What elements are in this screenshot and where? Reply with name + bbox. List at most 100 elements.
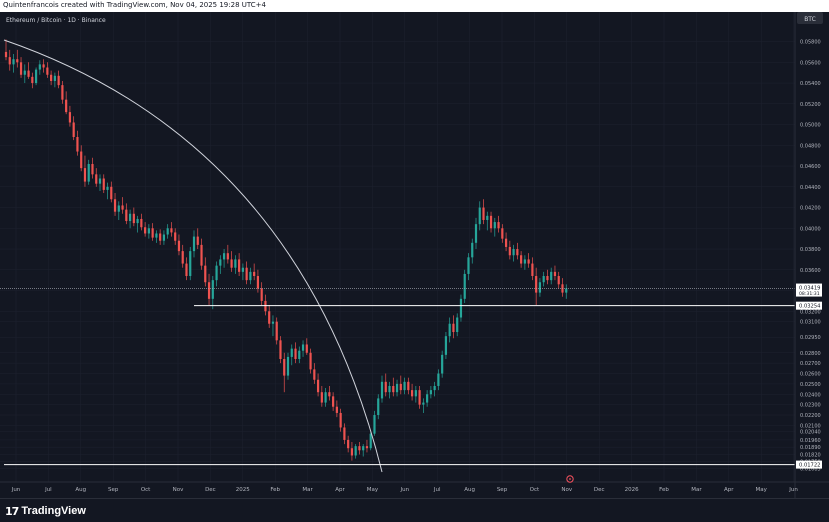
time-tick-label: Jun <box>11 487 21 493</box>
event-marker-dot <box>569 478 571 480</box>
candle-body <box>283 359 286 376</box>
candle-body <box>16 59 19 63</box>
level-badge-text: 0.03254 <box>799 304 821 310</box>
candle-body <box>418 390 421 405</box>
price-tick-label: 0.05800 <box>800 40 821 46</box>
candle-body <box>91 163 94 175</box>
candle-body <box>38 64 41 70</box>
price-tick-label: 0.02600 <box>800 372 821 378</box>
candle-body <box>241 267 244 272</box>
candle-body <box>501 228 504 239</box>
candle-body <box>384 381 387 393</box>
candle-body <box>144 227 147 234</box>
candle-body <box>410 390 414 397</box>
price-tick-label: 0.04000 <box>800 226 821 232</box>
time-tick-label: Jun <box>400 487 410 493</box>
currency-label: BTC <box>804 16 816 23</box>
candle-body <box>12 59 15 65</box>
candle-body <box>403 381 406 391</box>
chart-background <box>0 12 829 498</box>
time-tick-label: Sep <box>497 487 508 493</box>
candle-body <box>474 224 478 243</box>
level-badge-text: 0.01722 <box>799 463 820 469</box>
candle-body <box>512 249 515 256</box>
candle-body <box>550 271 553 281</box>
candle-body <box>377 398 380 416</box>
candle-body <box>46 67 49 75</box>
price-tick-label: 0.03600 <box>800 268 821 274</box>
candle-body <box>350 448 354 456</box>
candle-body <box>324 392 327 403</box>
candle-body <box>204 265 207 283</box>
time-tick-label: Aug <box>75 487 86 493</box>
candle-body <box>57 75 60 86</box>
tradingview-logo-text: TradingView <box>21 505 86 517</box>
candle-body <box>72 122 75 137</box>
candle-body <box>110 186 113 200</box>
candle-body <box>294 348 297 359</box>
candle-body <box>414 390 417 397</box>
candle-body <box>471 242 474 258</box>
candle-body <box>256 276 260 289</box>
candle-body <box>42 64 45 68</box>
candle-body <box>399 383 402 391</box>
candle-body <box>234 259 237 268</box>
candle-body <box>523 259 526 264</box>
candle-body <box>392 385 395 393</box>
price-tick-label: 0.02200 <box>800 413 821 419</box>
countdown-text: 08:31:31 <box>799 291 820 297</box>
candle-body <box>53 75 56 81</box>
event-marker-icon[interactable] <box>566 475 574 483</box>
time-tick-label: Oct <box>141 487 151 493</box>
price-tick-label: 0.05200 <box>800 102 821 108</box>
candle-body <box>98 178 102 184</box>
candle-body <box>27 70 30 77</box>
candle-body <box>245 267 248 281</box>
candle-body <box>80 151 83 169</box>
candle-body <box>121 205 124 210</box>
chart-pane[interactable]: Ethereum / Bitcoin · 1D · Binance 0.0580… <box>0 12 829 498</box>
price-chart[interactable]: Ethereum / Bitcoin · 1D · Binance 0.0580… <box>0 12 829 498</box>
time-tick-label: Apr <box>724 487 734 493</box>
candle-body <box>486 215 489 220</box>
tradingview-screenshot: Quintenfrancois created with TradingView… <box>0 0 829 522</box>
price-tick-label: 0.05600 <box>800 60 821 66</box>
candle-body <box>328 392 331 397</box>
time-tick-label: Dec <box>205 487 216 493</box>
price-tick-label: 0.05000 <box>800 123 821 129</box>
header-bar: Quintenfrancois created with TradingView… <box>0 0 829 12</box>
candle-body <box>538 282 542 293</box>
price-tick-label: 0.02800 <box>800 351 821 357</box>
footer-bar: 17 TradingView <box>0 498 829 522</box>
candle-body <box>102 178 105 190</box>
candle-body <box>478 207 481 225</box>
tradingview-logo[interactable]: 17 TradingView <box>5 504 86 518</box>
candle-body <box>174 232 177 241</box>
candle-body <box>452 323 455 333</box>
candle-body <box>128 213 132 222</box>
last-price-badge: 0.0341908:31:31 <box>796 283 822 297</box>
time-tick-label: May <box>367 487 379 493</box>
candle-body <box>249 271 252 281</box>
header-caption: Quintenfrancois created with TradingView… <box>3 1 266 9</box>
candle-body <box>407 381 410 391</box>
candle-body <box>219 259 222 266</box>
chart-title: Ethereum / Bitcoin · 1D · Binance <box>6 17 106 24</box>
candle-body <box>275 321 278 341</box>
candle-body <box>520 255 523 264</box>
time-tick-label: Mar <box>302 487 313 493</box>
candle-body <box>50 74 53 81</box>
candle-body <box>76 137 79 152</box>
candle-body <box>489 215 493 229</box>
currency-badge[interactable]: BTC <box>797 12 823 24</box>
time-tick-label: Jun <box>788 487 798 493</box>
candle-body <box>151 228 154 238</box>
candle-body <box>358 446 361 451</box>
candle-body <box>444 336 448 355</box>
candle-body <box>4 51 8 58</box>
candle-body <box>553 271 557 277</box>
candle-body <box>301 344 305 351</box>
candle-body <box>189 251 192 277</box>
candle-body <box>437 373 440 386</box>
candle-body <box>429 390 432 395</box>
